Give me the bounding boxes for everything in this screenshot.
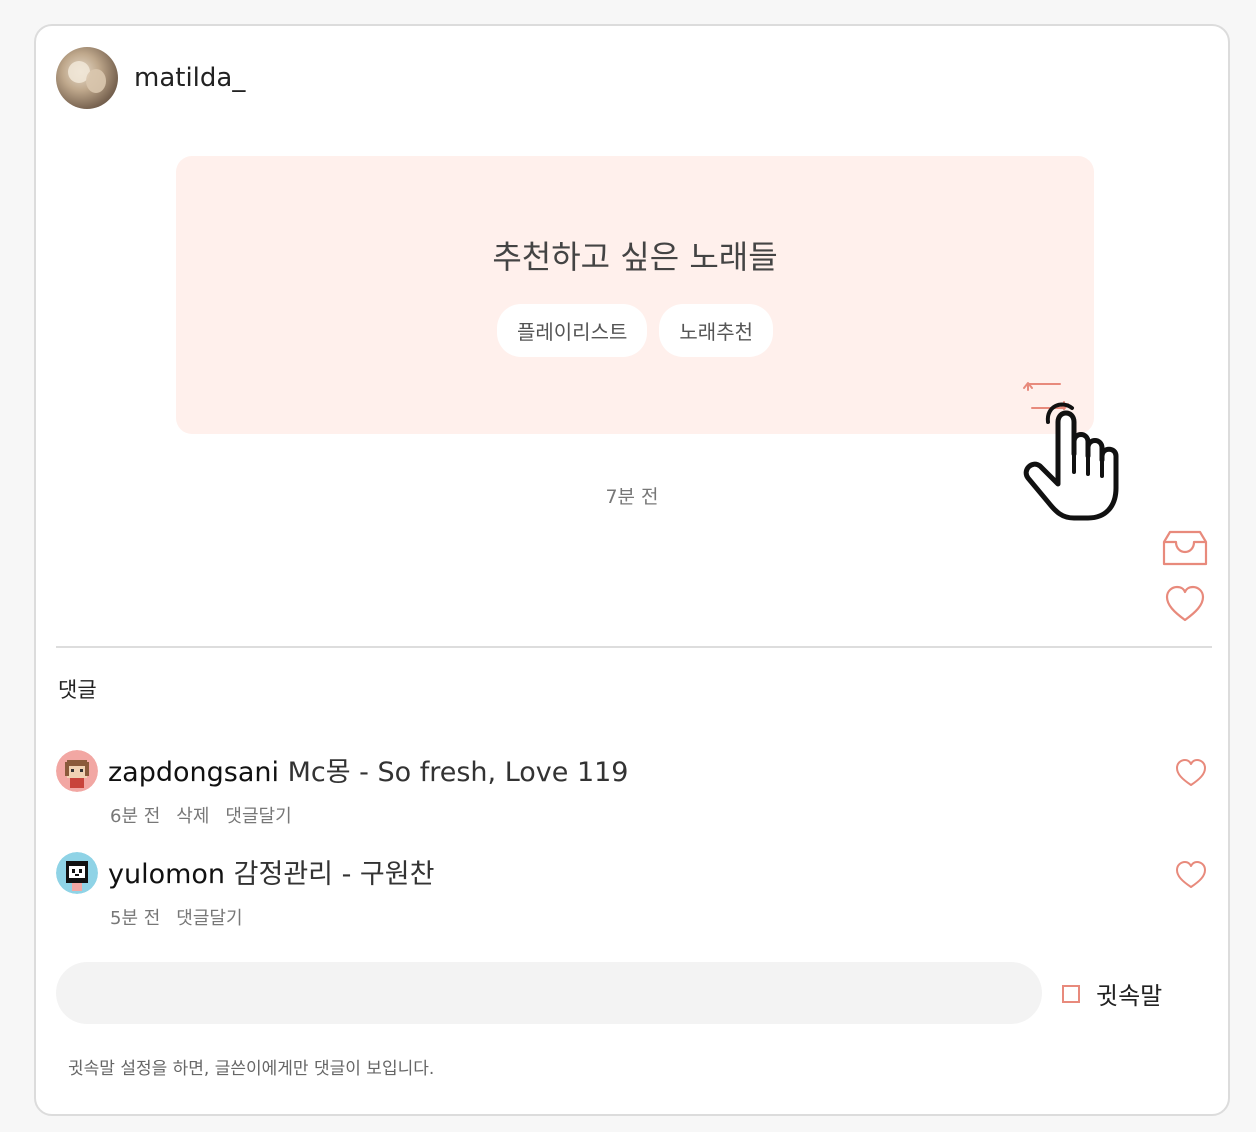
post-card: matilda_ 추천하고 싶은 노래들 플레이리스트 노래추천 7분 전 댓글… xyxy=(34,24,1230,1116)
comment-username[interactable]: yulomon xyxy=(108,859,225,890)
secret-label[interactable]: 귓속말 xyxy=(1096,976,1162,1011)
comments-heading: 댓글 xyxy=(58,678,97,702)
comment-meta: 6분 전 삭제 댓글달기 xyxy=(110,802,292,828)
author-name[interactable]: matilda_ xyxy=(134,63,245,93)
comment-username[interactable]: zapdongsani xyxy=(108,757,279,788)
comment-input[interactable] xyxy=(56,962,1042,1024)
heart-icon[interactable] xyxy=(1164,584,1206,624)
secret-notice: 귓속말 설정을 하면, 글쓴이에게만 댓글이 보입니다. xyxy=(68,1059,435,1079)
section-divider xyxy=(56,646,1212,648)
comment-line: zapdongsani Mc몽 - So fresh, Love 119 xyxy=(108,750,628,789)
reply-button[interactable]: 댓글달기 xyxy=(176,904,242,930)
inbox-tray-icon[interactable] xyxy=(1162,530,1208,566)
post-title: 추천하고 싶은 노래들 xyxy=(492,238,778,276)
tag-list: 플레이리스트 노래추천 xyxy=(176,304,1094,357)
tag-song-recommend[interactable]: 노래추천 xyxy=(659,304,773,357)
commenter-avatar[interactable] xyxy=(56,852,98,894)
secret-toggle[interactable]: 귓속말 xyxy=(1062,976,1162,1011)
heart-icon[interactable] xyxy=(1174,758,1208,788)
reply-button[interactable]: 댓글달기 xyxy=(225,802,291,828)
comment-time: 6분 전 xyxy=(110,806,161,827)
commenter-avatar[interactable] xyxy=(56,750,98,792)
comment-composer: 귓속말 xyxy=(56,962,1216,1026)
comment-text: Mc몽 - So fresh, Love 119 xyxy=(287,757,629,788)
comment-item: zapdongsani Mc몽 - So fresh, Love 119 6분 … xyxy=(56,746,1208,836)
post-time: 7분 전 xyxy=(605,486,659,508)
delete-comment-button[interactable]: 삭제 xyxy=(176,802,209,828)
post-author[interactable]: matilda_ xyxy=(56,46,245,110)
comment-item: yulomon 감정관리 - 구원찬 5분 전 댓글달기 xyxy=(56,848,1208,938)
comment-text: 감정관리 - 구원찬 xyxy=(233,859,435,890)
comment-line: yulomon 감정관리 - 구원찬 xyxy=(108,852,434,891)
pixel-avatar-icon xyxy=(56,852,98,894)
post-banner[interactable]: 추천하고 싶은 노래들 플레이리스트 노래추천 xyxy=(176,156,1094,434)
author-avatar[interactable] xyxy=(56,47,118,109)
comment-meta: 5분 전 댓글달기 xyxy=(110,904,243,930)
comment-time: 5분 전 xyxy=(110,908,161,929)
tag-playlist[interactable]: 플레이리스트 xyxy=(496,304,648,357)
heart-icon[interactable] xyxy=(1174,860,1208,890)
secret-checkbox[interactable] xyxy=(1062,984,1080,1003)
pixel-avatar-icon xyxy=(56,750,98,792)
